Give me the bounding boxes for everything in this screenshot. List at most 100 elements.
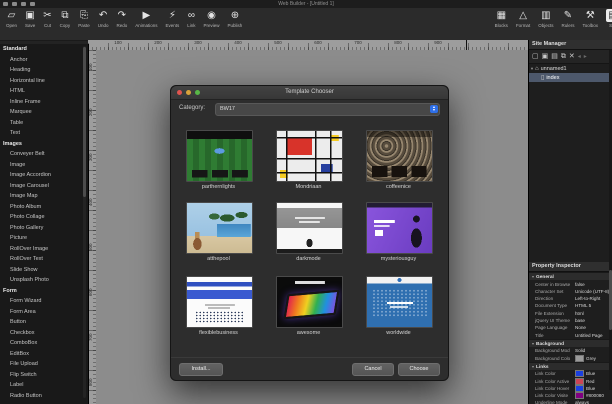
sidebar-item-conveyer-belt[interactable]: Conveyer Belt: [0, 149, 88, 160]
sidebar-item-editbox[interactable]: EditBox: [0, 349, 88, 360]
toolbar-undo-button[interactable]: ↶ Undo: [94, 9, 113, 28]
toolbar-cut-button[interactable]: ✂ Cut: [39, 9, 55, 28]
pi-row-title[interactable]: Title Untitled Page: [529, 331, 612, 338]
pi-row-file-extension[interactable]: File Extension html: [529, 310, 612, 317]
prev-icon[interactable]: ◂: [578, 51, 581, 63]
toolbar-redo-button[interactable]: ↷ Redo: [112, 9, 131, 28]
open-folder-icon[interactable]: ▤: [551, 51, 558, 63]
pi-row-page-language[interactable]: Page Language None: [529, 324, 612, 331]
toolbar-save-button[interactable]: ▣ Save: [21, 9, 39, 28]
sidebar-item-html[interactable]: HTML: [0, 86, 88, 97]
toolbar-open-button[interactable]: ▱ Open: [2, 9, 21, 28]
sidebar-item-button[interactable]: Button: [0, 317, 88, 328]
toolbar-publish-button[interactable]: ⊕ Publish: [224, 9, 247, 28]
pi-section-background[interactable]: ▾ Background: [529, 338, 612, 348]
pi-section-links[interactable]: ▾ Links: [529, 361, 612, 371]
template-thumbnail-mysteriousguy[interactable]: [366, 202, 433, 254]
template-flexiblebusiness[interactable]: flexiblebusiness: [186, 276, 253, 336]
sidebar-item-checkbox[interactable]: Checkbox: [0, 328, 88, 339]
duplicate-icon[interactable]: ⧉: [561, 51, 566, 63]
pi-row-document-type[interactable]: Document Type HTML 5: [529, 302, 612, 309]
zoom-window-icon[interactable]: [195, 90, 200, 95]
template-thumbnail-darkmode[interactable]: [276, 202, 343, 254]
cancel-button[interactable]: Cancel: [352, 363, 394, 376]
next-icon[interactable]: ▸: [584, 51, 587, 63]
template-atthepool[interactable]: atthepool: [186, 202, 253, 262]
pi-row-underline-mode[interactable]: Underline Mode always: [529, 399, 612, 404]
sidebar-item-rollover-image[interactable]: RollOver Image: [0, 244, 88, 255]
template-mysteriousguy[interactable]: mysteriousguy: [366, 202, 433, 262]
template-thumbnail-parthernlights[interactable]: [186, 130, 253, 182]
template-thumbnail-awesome[interactable]: [276, 276, 343, 328]
sidebar-item-inline-frame[interactable]: Inline Frame: [0, 97, 88, 108]
new-folder-icon[interactable]: ▣: [542, 51, 549, 63]
template-thumbnail-mondriaan[interactable]: [276, 130, 343, 182]
sidebar-item-image-accordion[interactable]: Image Accordion: [0, 170, 88, 181]
toolbar-blocks-button[interactable]: ▦ Blocks: [491, 9, 512, 28]
toolbar-paste-button[interactable]: ⎘ Paste: [74, 9, 94, 28]
new-page-icon[interactable]: ▢: [532, 51, 539, 63]
sidebar-item-label[interactable]: Label: [0, 380, 88, 391]
sidebar-item-heading[interactable]: Heading: [0, 65, 88, 76]
sidebar-item-unsplash-photo[interactable]: Unsplash Photo: [0, 275, 88, 286]
close-window-icon[interactable]: [177, 90, 182, 95]
minimize-window-icon[interactable]: [186, 90, 191, 95]
category-select[interactable]: BW17 ▲ ▼: [215, 103, 440, 116]
sidebar-item-marquee[interactable]: Marquee: [0, 107, 88, 118]
sidebar-item-photo-album[interactable]: Photo Album: [0, 202, 88, 213]
toolbar-preview-button[interactable]: ◉ Preview: [200, 9, 224, 28]
install-button[interactable]: Install...: [179, 363, 223, 376]
sidebar-item-combobox[interactable]: ComboBox: [0, 338, 88, 349]
tree-item-index[interactable]: ▯ index: [529, 73, 612, 82]
sidebar-item-file-upload[interactable]: File Upload: [0, 359, 88, 370]
toolbar-rulers-button[interactable]: ✎ Rulers: [557, 9, 578, 28]
toolbar-events-button[interactable]: ⚡ Events: [162, 9, 184, 28]
sidebar-item-form-wizard[interactable]: Form Wizard: [0, 296, 88, 307]
sidebar-item-text[interactable]: Text: [0, 128, 88, 139]
template-darkmode[interactable]: darkmode: [276, 202, 343, 262]
sidebar-scrollbar-thumb[interactable]: [83, 47, 86, 197]
delete-icon[interactable]: ✕: [569, 51, 575, 63]
template-thumbnail-atthepool[interactable]: [186, 202, 253, 254]
template-awesome[interactable]: awesome: [276, 276, 343, 336]
pi-row-link-color-visite[interactable]: Link Color Visite #800080: [529, 392, 612, 400]
pi-row-link-color-active[interactable]: Link Color Active Red: [529, 377, 612, 385]
pi-section-general[interactable]: ▾ General: [529, 272, 612, 281]
sidebar-item-image[interactable]: Image: [0, 160, 88, 171]
template-worldwide[interactable]: worldwide: [366, 276, 433, 336]
pi-row-character-set[interactable]: Character Set Unicode (UTF-8): [529, 288, 612, 295]
template-parthernlights[interactable]: parthernlights: [186, 130, 253, 190]
toolbar-site-button[interactable]: ▤Site: [602, 9, 612, 28]
toolbar-format-button[interactable]: △ Format: [512, 9, 534, 28]
template-mondriaan[interactable]: Mondriaan: [276, 130, 343, 190]
choose-button[interactable]: Choose: [398, 363, 440, 376]
pi-row-background-mod[interactable]: Background Mod Solid: [529, 347, 612, 354]
pi-row-link-color[interactable]: Link Color Blue: [529, 370, 612, 378]
sidebar-item-photo-collage[interactable]: Photo Collage: [0, 212, 88, 223]
sidebar-item-table[interactable]: Table: [0, 118, 88, 129]
toolbar-animations-button[interactable]: ▶ Animations: [131, 9, 161, 28]
toolbar-copy-button[interactable]: ⧉ Copy: [56, 9, 75, 28]
sidebar-item-flip-switch[interactable]: Flip Switch: [0, 370, 88, 381]
sidebar-item-anchor[interactable]: Anchor: [0, 55, 88, 66]
pi-row-jquery-ui-theme[interactable]: jQuery UI Theme base: [529, 317, 612, 324]
sidebar-item-slide-show[interactable]: Slide Show: [0, 265, 88, 276]
toolbar-link-button[interactable]: ∞ Link: [183, 9, 199, 28]
pi-row-link-color-hover[interactable]: Link Color Hover Blue: [529, 384, 612, 392]
template-coffeenice[interactable]: coffeenice: [366, 130, 433, 190]
sidebar-item-form-area[interactable]: Form Area: [0, 307, 88, 318]
template-thumbnail-coffeenice[interactable]: [366, 130, 433, 182]
toolbar-objects-button[interactable]: ▥ Objects: [534, 9, 557, 28]
sidebar-item-image-carousel[interactable]: Image Carousel: [0, 181, 88, 192]
sidebar-item-photo-gallery[interactable]: Photo Gallery: [0, 223, 88, 234]
sidebar-item-image-map[interactable]: Image Map: [0, 191, 88, 202]
sidebar-item-rollover-text[interactable]: RollOver Text: [0, 254, 88, 265]
dialog-title-bar[interactable]: Template Chooser: [171, 86, 448, 100]
toolbar-toolbox-button[interactable]: ⚒ Toolbox: [578, 9, 602, 28]
template-thumbnail-flexiblebusiness[interactable]: [186, 276, 253, 328]
tree-item-root[interactable]: ▾ ⌂ unnamed1: [529, 64, 612, 73]
sidebar-item-horizontal-line[interactable]: Horizontal line: [0, 76, 88, 87]
pi-row-direction[interactable]: Direction Left-to-Right: [529, 295, 612, 302]
template-thumbnail-worldwide[interactable]: [366, 276, 433, 328]
pi-row-center-in-browse[interactable]: Center in Browse false: [529, 280, 612, 287]
